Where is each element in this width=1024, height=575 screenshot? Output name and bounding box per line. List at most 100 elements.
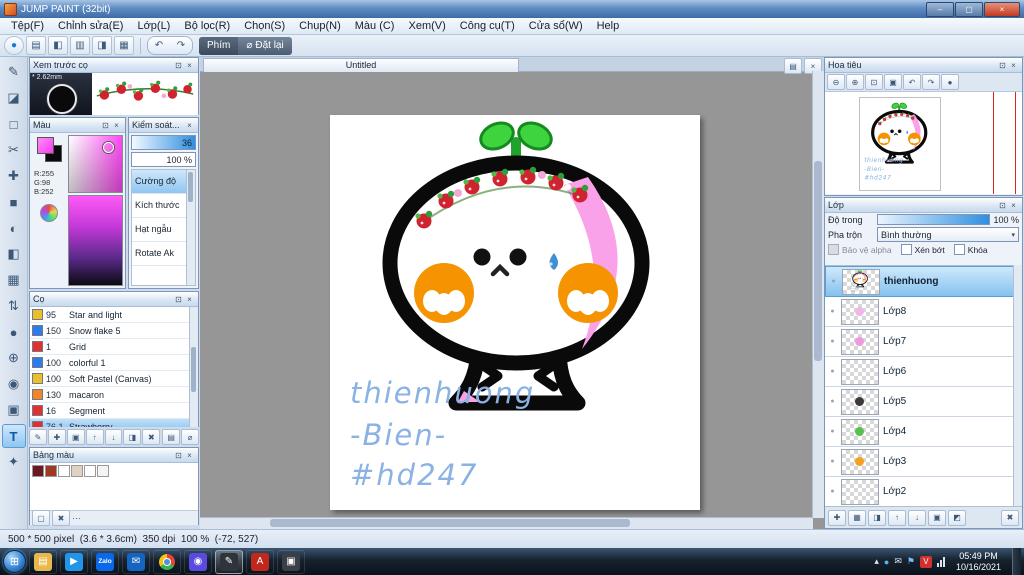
taskbar-chrome[interactable] bbox=[153, 549, 181, 574]
layer-row[interactable]: ● Lớp4 bbox=[825, 417, 1014, 447]
zoom-out-icon[interactable]: ⊖ bbox=[827, 74, 845, 90]
tool-move[interactable]: ✚ bbox=[2, 164, 26, 188]
tool-gradient[interactable]: ◐ bbox=[2, 216, 26, 240]
layer-up-icon[interactable]: ↑ bbox=[888, 509, 906, 526]
tool-transform[interactable]: ⇅ bbox=[2, 294, 26, 318]
tab-list-icon[interactable]: ▤ bbox=[784, 58, 802, 74]
edit-icon[interactable]: ◨ bbox=[123, 429, 142, 445]
color-picker-marker[interactable] bbox=[103, 142, 114, 153]
document-tab[interactable]: Untitled bbox=[203, 58, 519, 72]
move-down-icon[interactable]: ↓ bbox=[104, 429, 123, 445]
brush-item-selected[interactable]: 76.1 Strawberry bbox=[30, 419, 198, 427]
color-wheel-icon[interactable] bbox=[40, 204, 58, 222]
add-icon[interactable]: ✚ bbox=[47, 429, 66, 445]
palette-swatch[interactable] bbox=[97, 465, 109, 477]
close-icon[interactable]: × bbox=[184, 451, 195, 460]
tool-brush[interactable]: ✎ bbox=[2, 60, 26, 84]
merge-layer-icon[interactable]: ▣ bbox=[928, 509, 946, 526]
layer-row[interactable]: ● Lớp6 bbox=[825, 357, 1014, 387]
add-swatch-icon[interactable]: ▢ bbox=[32, 510, 50, 526]
lock-checkbox[interactable] bbox=[953, 244, 965, 255]
menu-edit[interactable]: Chỉnh sửa(E) bbox=[51, 19, 130, 34]
blend-dropdown[interactable]: Bình thường ▾ bbox=[877, 227, 1019, 242]
brush-list-scrollbar[interactable] bbox=[189, 307, 198, 427]
collapse-icon[interactable]: ⊡ bbox=[173, 61, 184, 70]
opacity-slider[interactable] bbox=[877, 214, 991, 225]
clip-checkbox[interactable] bbox=[900, 244, 912, 255]
layer-row[interactable]: ● Lớp8 bbox=[825, 297, 1014, 327]
palette-swatch[interactable] bbox=[84, 465, 96, 477]
eye-icon[interactable]: ● bbox=[828, 338, 837, 345]
eye-icon[interactable]: ● bbox=[828, 458, 837, 465]
layer-row[interactable]: ● Lớp3 bbox=[825, 447, 1014, 477]
close-icon[interactable]: × bbox=[111, 121, 122, 130]
eye-icon[interactable]: ● bbox=[828, 488, 837, 495]
taskbar-mail[interactable]: ✉ bbox=[122, 549, 150, 574]
fit-view-icon[interactable]: ⊡ bbox=[865, 74, 883, 90]
palette-swatch[interactable] bbox=[71, 465, 83, 477]
tool-text[interactable]: T bbox=[1, 424, 26, 448]
menu-window[interactable]: Cửa sổ(W) bbox=[522, 19, 590, 34]
delete-layer-icon[interactable]: ✖ bbox=[1001, 509, 1019, 526]
tool-eyedropper[interactable]: ◉ bbox=[2, 372, 26, 396]
tool-scissors[interactable]: ✂ bbox=[2, 138, 26, 162]
tool-marquee[interactable]: □ bbox=[2, 112, 26, 136]
start-button[interactable]: ⊞ bbox=[3, 550, 26, 573]
delete-icon[interactable]: ✖ bbox=[142, 429, 161, 445]
collapse-icon[interactable]: ⊡ bbox=[100, 121, 111, 130]
taskbar-jump-paint[interactable]: ✎ bbox=[215, 549, 243, 574]
menu-file[interactable]: Tệp(F) bbox=[4, 19, 51, 34]
close-icon[interactable]: × bbox=[184, 121, 195, 130]
canvas-hscrollbar[interactable] bbox=[200, 517, 813, 529]
minimize-button[interactable]: – bbox=[926, 1, 954, 17]
menu-color[interactable]: Màu (C) bbox=[348, 19, 402, 34]
duplicate-layer-icon[interactable]: ◨ bbox=[868, 509, 886, 526]
actual-size-icon[interactable]: ▣ bbox=[884, 74, 902, 90]
duplicate-icon[interactable]: ▣ bbox=[66, 429, 85, 445]
tray-mail-icon[interactable]: ✉ bbox=[894, 556, 902, 567]
close-icon[interactable]: × bbox=[184, 295, 195, 304]
brush-item[interactable]: 100 colorful 1 bbox=[30, 355, 198, 371]
brush-item[interactable]: 100 Soft Pastel (Canvas) bbox=[30, 371, 198, 387]
list-view-icon[interactable]: ▤ bbox=[162, 429, 181, 445]
menu-tools[interactable]: Công cụ(T) bbox=[453, 19, 522, 34]
tray-flag-icon[interactable]: ⚑ bbox=[907, 556, 915, 567]
undo-button[interactable]: ↶ bbox=[148, 37, 170, 54]
layer-row[interactable]: ● Lớp2 bbox=[825, 477, 1014, 506]
menu-select[interactable]: Chọn(S) bbox=[237, 19, 292, 34]
taskbar-utility[interactable]: ▣ bbox=[277, 549, 305, 574]
canvas-vscrollbar[interactable] bbox=[812, 71, 824, 518]
eye-icon[interactable]: ● bbox=[828, 308, 837, 315]
zoom-in-icon[interactable]: ⊕ bbox=[846, 74, 864, 90]
close-button[interactable]: × bbox=[984, 1, 1020, 17]
brush-item[interactable]: 1 Grid bbox=[30, 339, 198, 355]
tool-dot-pen[interactable]: ● bbox=[2, 320, 26, 344]
rotate-left-icon[interactable]: ↶ bbox=[903, 74, 921, 90]
collapse-icon[interactable]: ⊡ bbox=[173, 295, 184, 304]
tool-zoom[interactable]: ⊕ bbox=[2, 346, 26, 370]
new-folder-icon[interactable]: ▦ bbox=[848, 509, 866, 526]
menu-snap[interactable]: Chụp(N) bbox=[292, 19, 348, 34]
redo-button[interactable]: ↷ bbox=[170, 37, 192, 54]
close-icon[interactable]: × bbox=[1008, 61, 1019, 70]
maximize-button[interactable]: ▢ bbox=[955, 1, 983, 17]
taskbar-clock[interactable]: 05:49 PM 10/16/2021 bbox=[950, 551, 1007, 573]
close-icon[interactable]: × bbox=[184, 61, 195, 70]
palette-swatch[interactable] bbox=[58, 465, 70, 477]
panel-layout-icon[interactable]: ▥ bbox=[70, 36, 90, 55]
rotate-right-icon[interactable]: ↷ bbox=[922, 74, 940, 90]
menu-layer[interactable]: Lớp(L) bbox=[130, 19, 177, 34]
taskbar-sphere-app[interactable]: ◉ bbox=[184, 549, 212, 574]
reset-brush-icon[interactable]: ⌀ bbox=[181, 429, 200, 445]
layer-scrollbar[interactable] bbox=[1013, 265, 1022, 506]
split-view-icon[interactable]: ◨ bbox=[92, 36, 112, 55]
new-layer-icon[interactable]: ✚ bbox=[828, 509, 846, 526]
taskbar-media[interactable]: ▶ bbox=[60, 549, 88, 574]
palette-swatch[interactable] bbox=[45, 465, 57, 477]
brush-item[interactable]: 150 Snow flake 5 bbox=[30, 323, 198, 339]
show-desktop-button[interactable] bbox=[1012, 548, 1021, 575]
reset-button[interactable]: ⌀ Đặt lại bbox=[238, 37, 291, 55]
menu-filter[interactable]: Bộ lọc(R) bbox=[177, 19, 237, 34]
unikey-icon[interactable]: V bbox=[919, 555, 932, 568]
tray-expand-icon[interactable]: ▴ bbox=[874, 556, 879, 567]
